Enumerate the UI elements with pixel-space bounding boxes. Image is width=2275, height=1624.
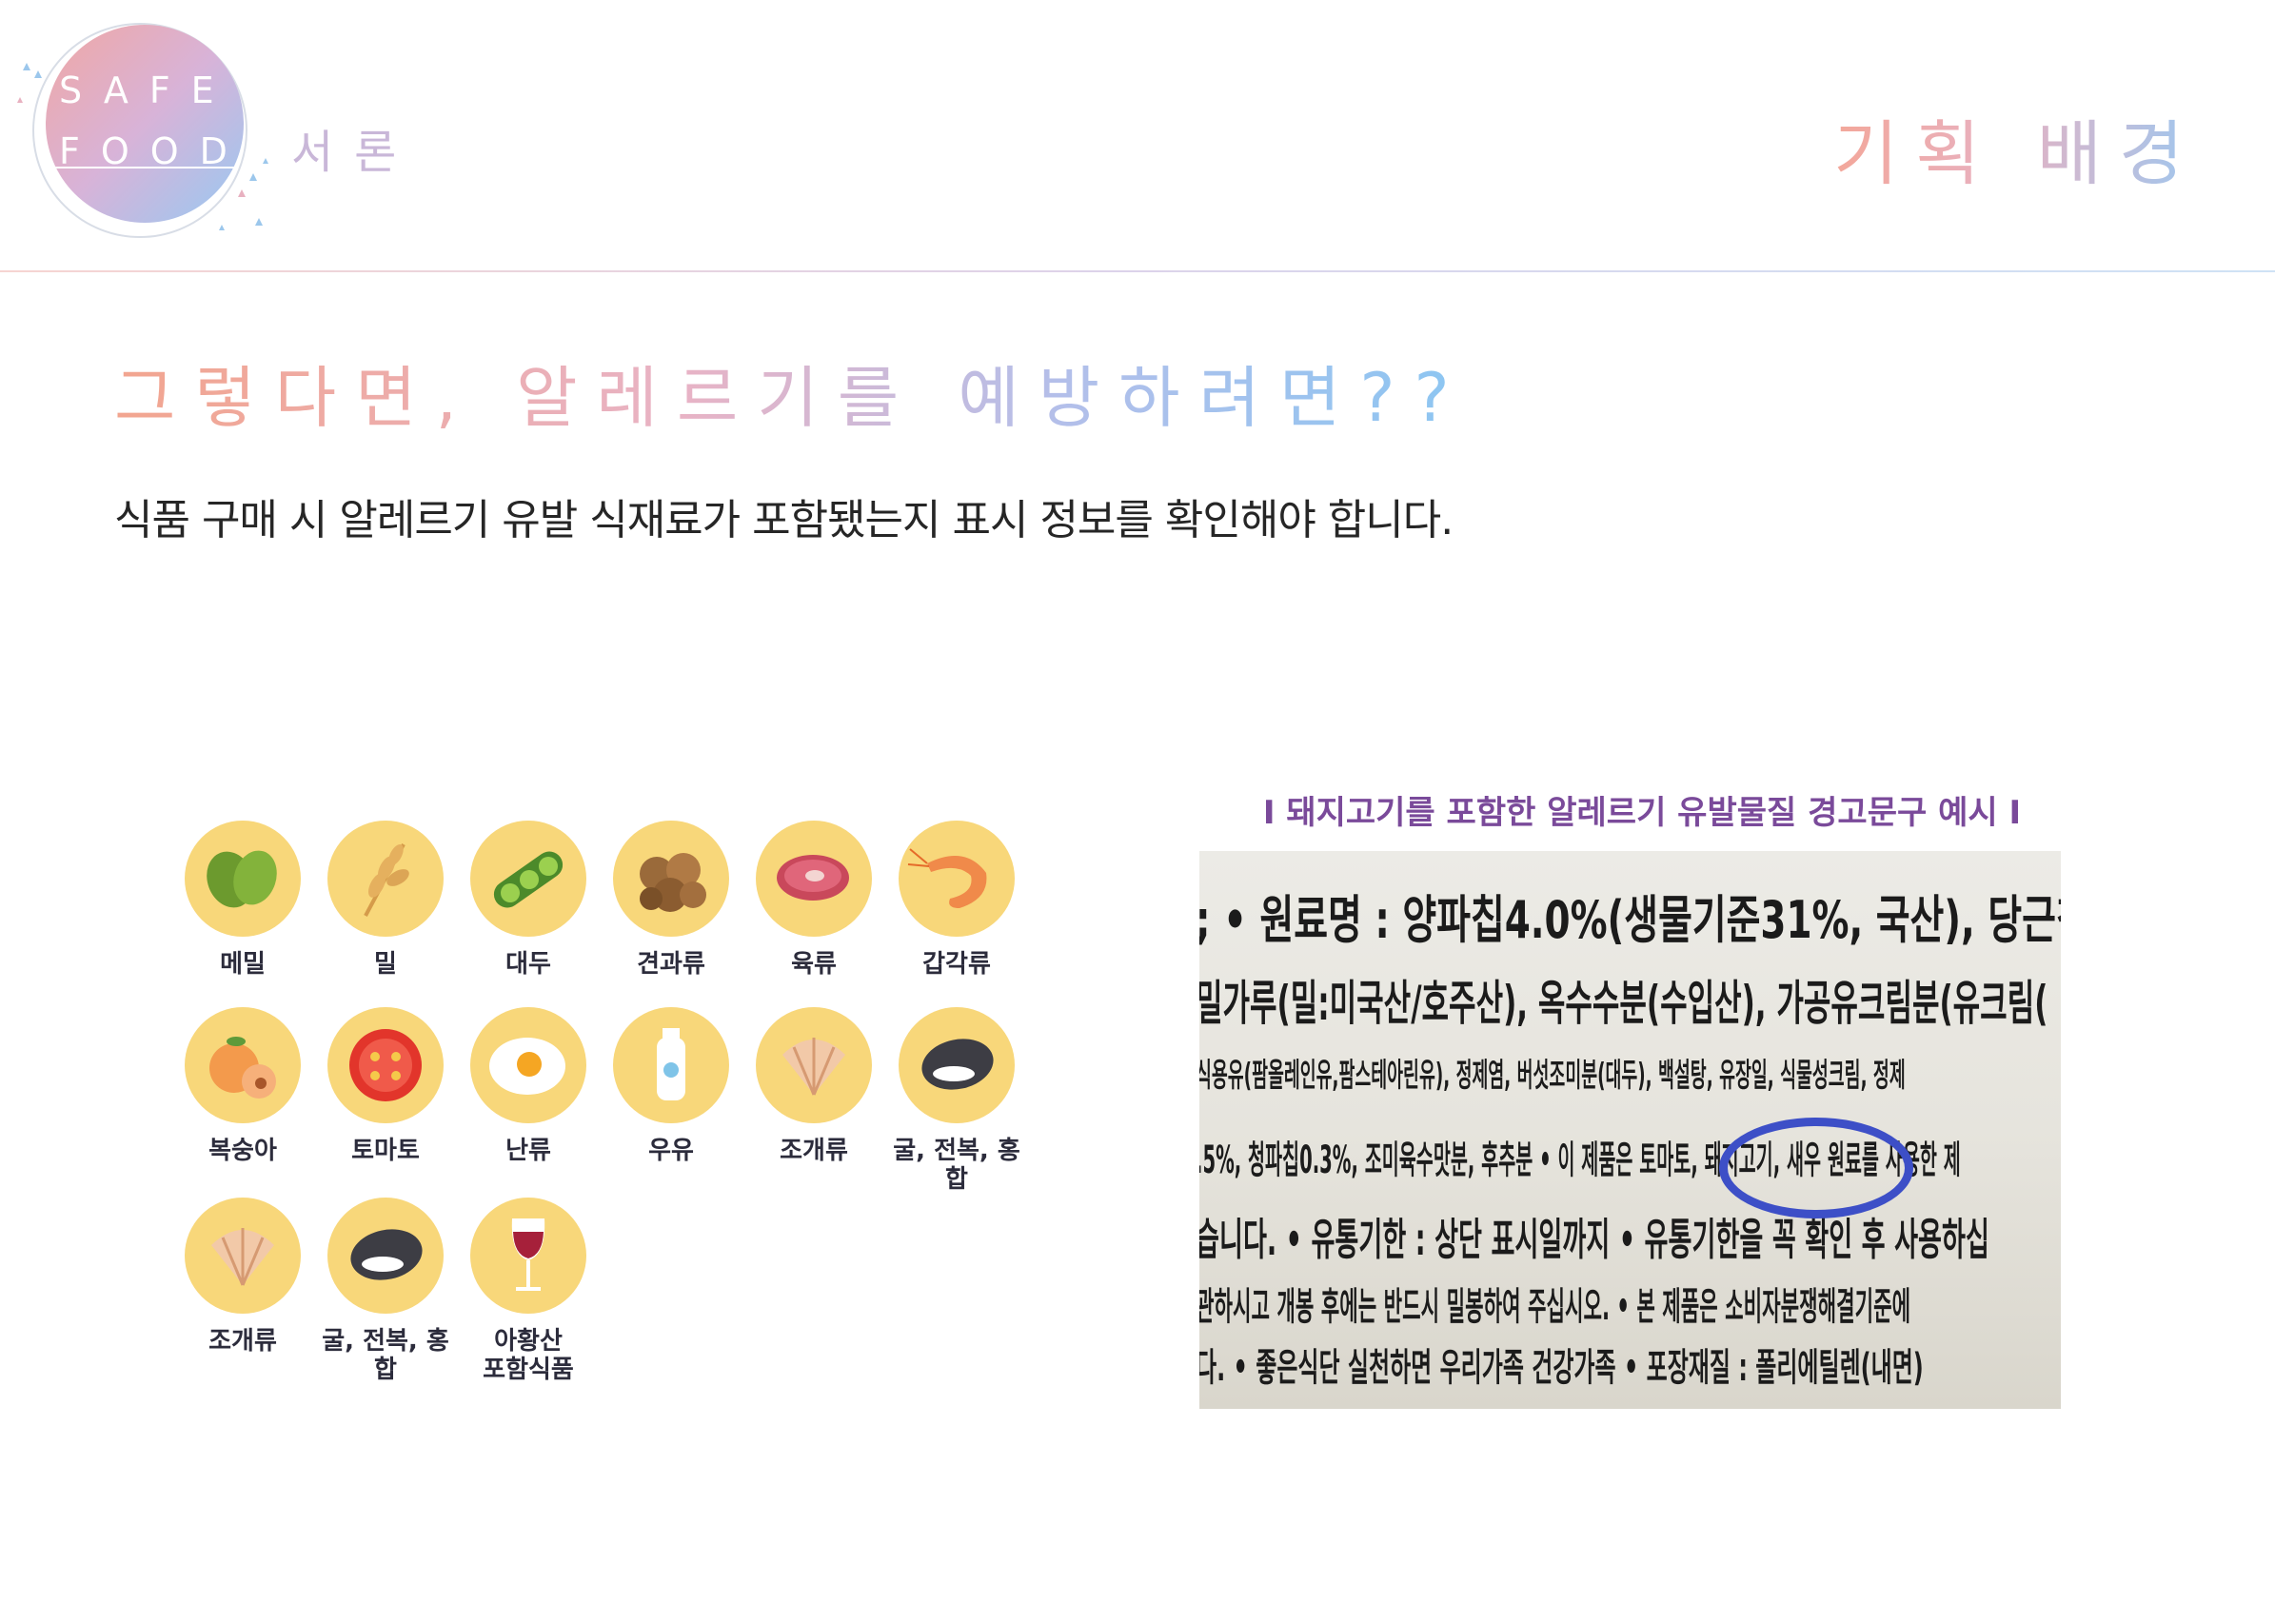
allergen-item: 조개류 <box>742 1007 885 1165</box>
label-text-line: 밀가루(밀:미국산/호주산), 옥수수분(수입산), 가공유크림분(유크림( <box>1199 976 2048 1031</box>
label-text-line: 관하시고 개봉 후에는 반드시 밀봉하여 주십시오. • 본 제품은 소비자분쟁… <box>1199 1285 1911 1329</box>
tomato-icon <box>327 1007 444 1123</box>
safe-food-logo: SAFE FOOD <box>13 11 270 249</box>
shell-icon <box>185 1198 301 1314</box>
allergen-label: 난류 <box>505 1137 551 1165</box>
label-text-line: 다. • 좋은식단 실천하면 우리가족 건강가족 • 포장재질 : 폴리에틸렌(… <box>1199 1346 1924 1390</box>
allergen-item: 대두 <box>457 821 600 979</box>
allergen-label: 견과류 <box>637 950 705 979</box>
allergen-label: 조개류 <box>208 1327 277 1356</box>
allergen-item: 육류 <box>742 821 885 979</box>
peach-icon <box>185 1007 301 1123</box>
slide-title: 그렇다면, 알레르기를 예방하려면?? <box>114 345 1469 441</box>
shrimp-icon <box>899 821 1015 937</box>
soybean-icon <box>470 821 586 937</box>
allergen-item: 메밀 <box>171 821 314 979</box>
allergen-label: 토마토 <box>351 1137 420 1165</box>
allergen-label: 대두 <box>505 950 551 979</box>
food-label-photo: ; • 원료명 : 양파칩4.0%(생물기준31%, 국산), 당근칩2. 밀가… <box>1199 851 2061 1409</box>
allergen-label: 아황산 포함식품 <box>483 1327 574 1384</box>
allergen-item: 난류 <box>457 1007 600 1165</box>
allergen-item: 토마토 <box>314 1007 457 1165</box>
allergen-item: 갑각류 <box>885 821 1028 979</box>
allergen-label: 조개류 <box>780 1137 848 1165</box>
allergen-label: 갑각류 <box>922 950 991 979</box>
allergen-label: 굴, 전복, 홍합 <box>893 1137 1020 1194</box>
wine-icon <box>470 1198 586 1314</box>
photo-caption: I 돼지고기를 포함한 알레르기 유발물질 경고문구 예시 I <box>1262 794 2022 832</box>
allergen-item: 굴, 전복, 홍합 <box>885 1007 1028 1194</box>
allergen-label: 육류 <box>791 950 837 979</box>
logo-line-food: FOOD <box>59 130 248 172</box>
mussel-icon <box>327 1198 444 1314</box>
allergen-item: 복숭아 <box>171 1007 314 1165</box>
header-divider <box>0 270 2275 272</box>
slide-body-text: 식품 구매 시 알레르기 유발 식재료가 포함됐는지 표시 정보를 확인해야 합… <box>114 496 1454 545</box>
label-text-line: 습니다. • 유통기한 : 상단 표시일까지 • 유통기한을 꼭 확인 후 사용… <box>1199 1214 1989 1265</box>
nuts-icon <box>613 821 729 937</box>
allergen-label: 우유 <box>648 1137 694 1165</box>
allergen-item: 밀 <box>314 821 457 979</box>
page-heading: 기획 배경 <box>1833 97 2201 199</box>
shell-icon <box>756 1007 872 1123</box>
allergen-label: 메밀 <box>220 950 266 979</box>
allergen-item: 아황산 포함식품 <box>457 1198 600 1384</box>
wheat-icon <box>327 821 444 937</box>
egg-icon <box>470 1007 586 1123</box>
milk-icon <box>613 1007 729 1123</box>
label-text-line: ; • 원료명 : 양파칩4.0%(생물기준31%, 국산), 당근칩2. <box>1199 890 2061 950</box>
allergen-icon-grid: 메밀 밀 대두 견과류 육류 갑각류 복숭아 토마토 난류 우유 조개류 굴, … <box>171 821 1028 1401</box>
logo-line-safe: SAFE <box>59 69 235 111</box>
allergen-label: 굴, 전복, 홍합 <box>322 1327 449 1384</box>
buckwheat-icon <box>185 821 301 937</box>
meat-icon <box>756 821 872 937</box>
label-text-line: 식용유(팜올레인유,팜스테아린유), 정제염, 버섯조미분(대두), 백설탕, … <box>1199 1057 1906 1095</box>
allergen-label: 복숭아 <box>208 1137 277 1165</box>
section-label: 서론 <box>291 126 418 179</box>
highlight-circle <box>1719 1118 1913 1218</box>
allergen-item: 조개류 <box>171 1198 314 1356</box>
allergen-item: 굴, 전복, 홍합 <box>314 1198 457 1384</box>
allergen-label: 밀 <box>374 950 397 979</box>
allergen-item: 견과류 <box>600 821 742 979</box>
allergen-item: 우유 <box>600 1007 742 1165</box>
mussel-icon <box>899 1007 1015 1123</box>
